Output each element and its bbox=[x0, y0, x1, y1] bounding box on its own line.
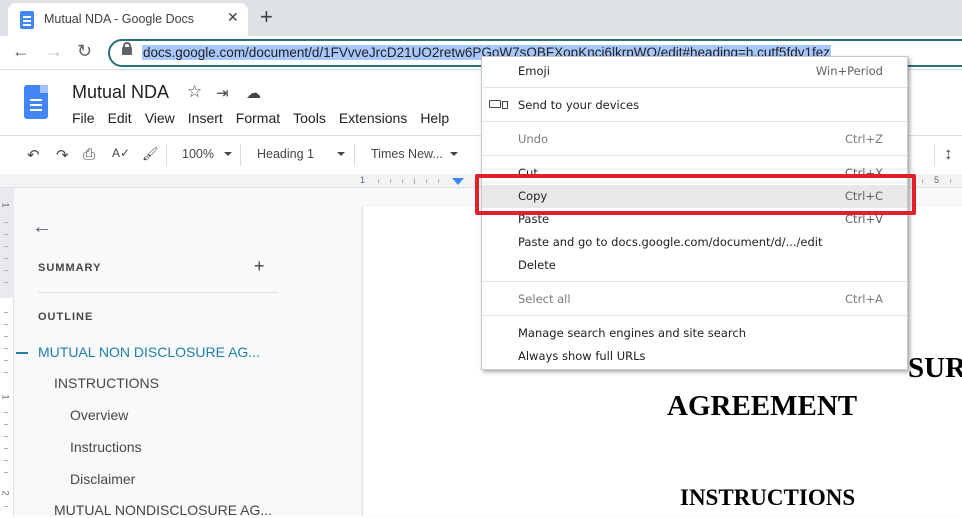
menu-item-cut[interactable]: Cut Ctrl+X bbox=[482, 162, 907, 185]
menu-item-send-to-devices[interactable]: Send to your devices bbox=[482, 94, 907, 117]
menu-item-paste-and-go[interactable]: Paste and go to docs.google.com/document… bbox=[482, 231, 907, 254]
menu-format[interactable]: Format bbox=[236, 110, 280, 126]
tab-strip: Mutual NDA - Google Docs ✕ + bbox=[0, 0, 962, 36]
menu-separator bbox=[483, 155, 907, 156]
font-select[interactable]: Times New... bbox=[371, 147, 443, 161]
outline-item[interactable]: Instructions bbox=[70, 439, 142, 455]
outline-sidebar: ← SUMMARY + OUTLINE MUTUAL NON DISCLOSUR… bbox=[14, 188, 362, 518]
menu-edit[interactable]: Edit bbox=[108, 110, 132, 126]
context-menu: Emoji Win+Period Send to your devices Un… bbox=[481, 56, 908, 370]
outline-item[interactable]: Overview bbox=[70, 407, 128, 423]
menu-item-undo[interactable]: Undo Ctrl+Z bbox=[482, 128, 907, 151]
menu-separator bbox=[483, 121, 907, 122]
undo-icon[interactable]: ↶ bbox=[27, 146, 40, 164]
menu-item-label: Cut bbox=[518, 166, 538, 180]
menu-item-label: Undo bbox=[518, 132, 549, 146]
menu-item-label: Always show full URLs bbox=[518, 349, 646, 363]
menu-item-label: Paste bbox=[518, 212, 550, 226]
add-summary-icon[interactable]: + bbox=[254, 256, 265, 277]
star-icon[interactable]: ☆ bbox=[187, 82, 202, 102]
close-outline-arrow-icon[interactable]: ← bbox=[32, 216, 52, 239]
menu-item-shortcut: Ctrl+V bbox=[845, 212, 883, 226]
docs-logo-icon[interactable] bbox=[24, 85, 48, 119]
ruler-number: 1 bbox=[0, 202, 11, 208]
menu-item-paste[interactable]: Paste Ctrl+V bbox=[482, 208, 907, 231]
sidebar-divider bbox=[38, 292, 278, 293]
vertical-ruler: 1 1 2 bbox=[0, 188, 14, 516]
ruler-number: 1 bbox=[360, 175, 366, 185]
menu-item-label: Paste and go to docs.google.com/document… bbox=[518, 235, 823, 249]
menu-item-shortcut: Ctrl+X bbox=[845, 166, 883, 180]
paint-format-icon[interactable]: 🖌 bbox=[142, 146, 159, 162]
outline-item[interactable]: INSTRUCTIONS bbox=[54, 375, 159, 391]
ruler-number: 2 bbox=[0, 490, 11, 496]
document-title-line[interactable]: AGREEMENT bbox=[667, 390, 857, 423]
menu-item-shortcut: Ctrl+C bbox=[844, 189, 883, 203]
outline-item[interactable]: Disclaimer bbox=[70, 471, 135, 487]
menu-item-manage-search-engines[interactable]: Manage search engines and site search bbox=[482, 322, 907, 345]
menu-separator bbox=[483, 315, 907, 316]
new-tab-button[interactable]: + bbox=[260, 4, 273, 30]
menu-extensions[interactable]: Extensions bbox=[339, 110, 407, 126]
line-spacing-icon[interactable]: ↕ bbox=[944, 144, 953, 164]
menu-separator bbox=[483, 87, 907, 88]
style-select[interactable]: Heading 1 bbox=[257, 147, 314, 161]
summary-label: SUMMARY bbox=[38, 262, 102, 274]
document-heading[interactable]: INSTRUCTIONS bbox=[680, 485, 855, 511]
menu-item-delete[interactable]: Delete bbox=[482, 254, 907, 277]
menu-item-label: Send to your devices bbox=[518, 98, 640, 112]
docs-favicon-icon bbox=[20, 11, 34, 29]
menu-tools[interactable]: Tools bbox=[293, 110, 326, 126]
toolbar-divider bbox=[354, 144, 355, 166]
menu-item-shortcut: Ctrl+Z bbox=[845, 132, 883, 146]
move-folder-icon[interactable]: ⇥ bbox=[216, 84, 229, 102]
ruler-number: 5 bbox=[934, 175, 940, 185]
menu-bar: File Edit View Insert Format Tools Exten… bbox=[72, 110, 462, 126]
menu-help[interactable]: Help bbox=[420, 110, 449, 126]
document-title[interactable]: Mutual NDA bbox=[72, 82, 169, 103]
toolbar-divider bbox=[166, 144, 167, 166]
menu-item-always-show-full-urls[interactable]: Always show full URLs bbox=[482, 345, 907, 368]
back-button[interactable]: ← bbox=[12, 41, 30, 62]
outline-label: OUTLINE bbox=[38, 311, 94, 323]
active-heading-indicator bbox=[16, 352, 28, 354]
browser-tab[interactable]: Mutual NDA - Google Docs ✕ bbox=[8, 3, 248, 36]
cloud-status-icon[interactable]: ☁ bbox=[246, 84, 261, 102]
menu-item-label: Copy bbox=[518, 189, 548, 203]
toolbar-divider bbox=[934, 144, 935, 166]
menu-item-label: Manage search engines and site search bbox=[518, 326, 746, 340]
menu-item-label: Emoji bbox=[518, 64, 550, 78]
menu-item-shortcut: Win+Period bbox=[815, 64, 883, 78]
spellcheck-icon[interactable]: A✓ bbox=[112, 146, 130, 160]
document-title-fragment[interactable]: SUR bbox=[908, 352, 962, 385]
devices-icon bbox=[489, 100, 508, 109]
redo-icon[interactable]: ↷ bbox=[56, 146, 69, 164]
style-caret-icon[interactable] bbox=[337, 152, 345, 156]
menu-separator bbox=[483, 281, 907, 282]
tab-title: Mutual NDA - Google Docs bbox=[44, 12, 195, 26]
menu-item-emoji[interactable]: Emoji Win+Period bbox=[482, 60, 907, 83]
ruler-number: 1 bbox=[0, 394, 11, 400]
toolbar-divider bbox=[240, 144, 241, 166]
menu-insert[interactable]: Insert bbox=[188, 110, 223, 126]
menu-item-select-all[interactable]: Select all Ctrl+A bbox=[482, 288, 907, 311]
menu-item-label: Select all bbox=[518, 292, 571, 306]
menu-item-copy[interactable]: Copy Ctrl+C bbox=[482, 185, 907, 208]
indent-marker-icon[interactable] bbox=[452, 178, 464, 185]
print-icon[interactable]: ⎙ bbox=[83, 146, 95, 163]
lock-icon[interactable] bbox=[122, 42, 132, 55]
zoom-caret-icon[interactable] bbox=[224, 152, 232, 156]
close-tab-icon[interactable]: ✕ bbox=[227, 9, 239, 26]
forward-button[interactable]: → bbox=[45, 41, 63, 62]
menu-file[interactable]: File bbox=[72, 110, 95, 126]
menu-item-label: Delete bbox=[518, 258, 556, 272]
reload-button[interactable]: ↻ bbox=[77, 41, 92, 62]
font-caret-icon[interactable] bbox=[450, 152, 458, 156]
menu-view[interactable]: View bbox=[145, 110, 175, 126]
menu-item-shortcut: Ctrl+A bbox=[845, 292, 883, 306]
outline-item[interactable]: MUTUAL NON DISCLOSURE AG... bbox=[38, 344, 260, 360]
zoom-select[interactable]: 100% bbox=[182, 147, 214, 161]
